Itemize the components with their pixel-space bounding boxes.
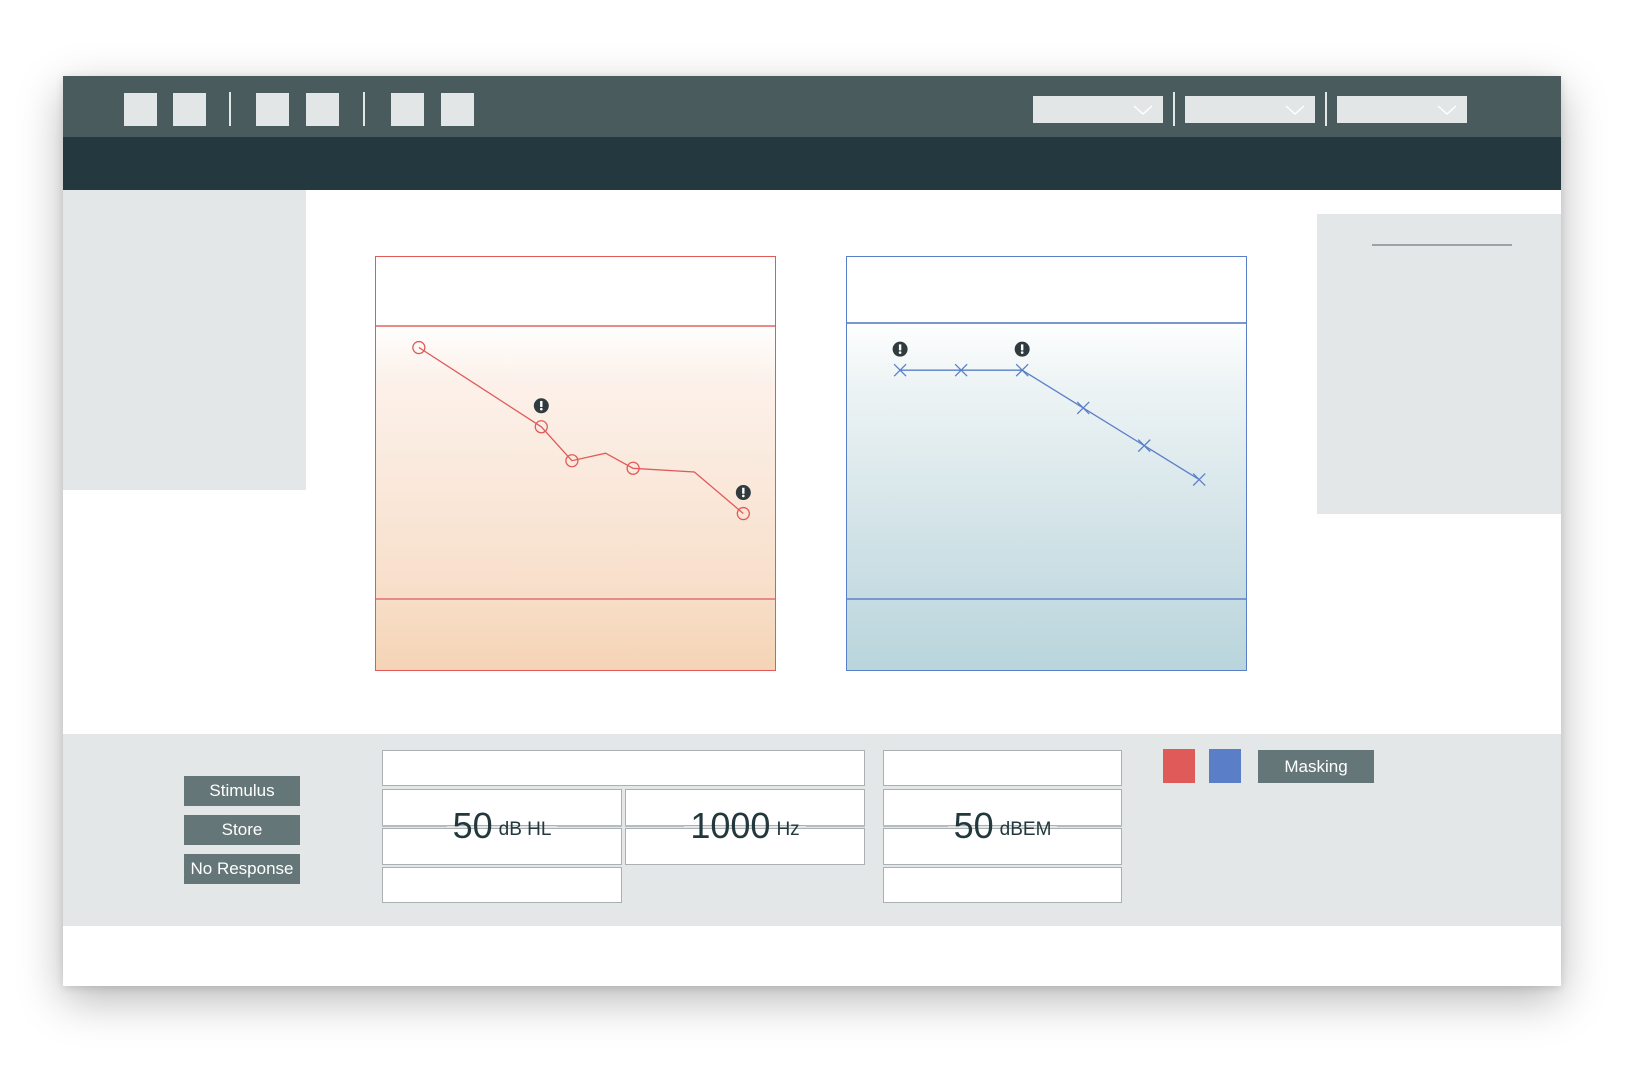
toolbar-separator	[1325, 92, 1327, 126]
warning-icon	[892, 341, 908, 357]
masking-field-extra	[883, 867, 1122, 903]
masking-button[interactable]: Masking	[1258, 750, 1374, 783]
chevron-down-icon	[1133, 105, 1153, 115]
toolbar-button-4[interactable]	[306, 93, 339, 126]
control-panel: Stimulus Store No Response 50 dB HL 1000…	[63, 734, 1561, 926]
level-unit: dB HL	[498, 819, 552, 840]
panel-divider	[1372, 244, 1512, 246]
toolbar-button-2[interactable]	[173, 93, 206, 126]
dropdown-2[interactable]	[1185, 96, 1315, 123]
audiogram-left-plot	[892, 341, 1206, 487]
stimulus-button[interactable]: Stimulus	[184, 776, 300, 806]
right-ear-swatch[interactable]	[1163, 749, 1195, 783]
masking-unit: dBEM	[999, 819, 1052, 840]
threshold-marker-cross[interactable]	[1076, 401, 1090, 415]
left-ear-swatch[interactable]	[1209, 749, 1241, 783]
level-readout[interactable]: 50 dB HL	[382, 805, 623, 846]
left-side-panel	[63, 190, 306, 490]
audiogram-left-ear[interactable]	[846, 256, 1247, 671]
toolbar-button-3[interactable]	[256, 93, 289, 126]
threshold-marker-circle[interactable]	[736, 506, 750, 521]
audiogram-right-ear[interactable]	[375, 256, 776, 671]
level-header-field	[382, 750, 865, 786]
threshold-marker-circle[interactable]	[412, 340, 426, 355]
right-side-panel	[1317, 214, 1561, 514]
warning-icon	[735, 485, 751, 501]
toolbar-separator	[229, 92, 231, 126]
series-line	[418, 346, 744, 514]
toolbar-button-1[interactable]	[124, 93, 157, 126]
frequency-unit: Hz	[776, 819, 800, 840]
dropdown-3[interactable]	[1337, 96, 1467, 123]
frequency-readout[interactable]: 1000 Hz	[625, 805, 866, 846]
level-field-extra	[382, 867, 622, 903]
toolbar-separator	[363, 92, 365, 126]
toolbar	[63, 76, 1561, 137]
warning-icon	[1014, 341, 1030, 357]
level-value: 50	[452, 805, 493, 846]
toolbar-button-5[interactable]	[391, 93, 424, 126]
store-button[interactable]: Store	[184, 815, 300, 845]
series-line	[900, 369, 1200, 481]
frequency-value: 1000	[690, 805, 771, 846]
threshold-marker-cross[interactable]	[1192, 473, 1206, 487]
toolbar-separator	[1173, 92, 1175, 126]
masking-value: 50	[953, 805, 994, 846]
toolbar-button-6[interactable]	[441, 93, 474, 126]
chevron-down-icon	[1437, 105, 1457, 115]
audiogram-right-plot	[412, 340, 751, 521]
masking-header-field	[883, 750, 1122, 786]
secondary-bar	[63, 137, 1561, 190]
audiometer-window: Stimulus Store No Response 50 dB HL 1000…	[63, 76, 1561, 986]
chevron-down-icon	[1285, 105, 1305, 115]
no-response-button[interactable]: No Response	[184, 854, 300, 884]
warning-icon	[533, 398, 549, 414]
masking-readout[interactable]: 50 dBEM	[883, 805, 1123, 846]
threshold-marker-cross[interactable]	[1137, 439, 1151, 453]
dropdown-1[interactable]	[1033, 96, 1163, 123]
